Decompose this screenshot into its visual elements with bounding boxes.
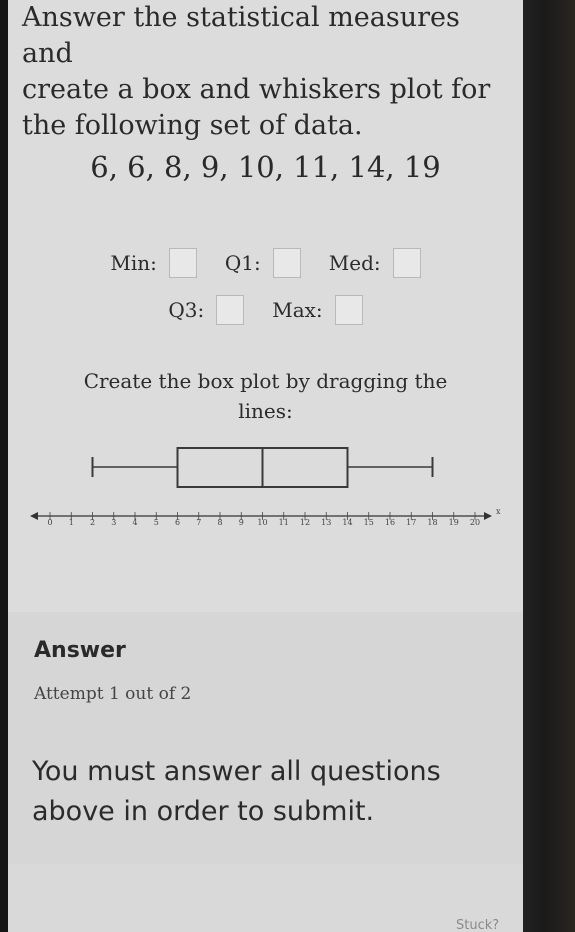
axis-variable-label: x xyxy=(496,507,501,516)
tick-label-12: 12 xyxy=(300,518,310,527)
measures-row-2: Q3: Max: xyxy=(8,295,523,325)
device-bezel-right xyxy=(523,0,575,932)
tick-label-19: 19 xyxy=(449,518,459,527)
tick-label-5: 5 xyxy=(154,518,159,527)
tick-label-10: 10 xyxy=(257,518,267,527)
q1-input[interactable] xyxy=(272,248,301,278)
answer-section: Answer Attempt 1 out of 2 You must answe… xyxy=(8,612,523,864)
number-line-right-arrow xyxy=(484,512,492,520)
tick-label-0: 0 xyxy=(47,518,52,527)
tick-label-20: 20 xyxy=(470,518,480,527)
median-label: Med: xyxy=(328,251,381,275)
measure-max: Max: xyxy=(272,295,363,325)
tick-label-3: 3 xyxy=(111,518,116,527)
measure-median: Med: xyxy=(329,248,421,278)
plot-instruction: Create the box plot by dragging the line… xyxy=(83,369,448,423)
max-label: Max: xyxy=(272,298,323,322)
screen: Answer the statistical measures and crea… xyxy=(8,0,523,932)
measure-min: Min: xyxy=(110,248,197,278)
attempt-counter: Attempt 1 out of 2 xyxy=(34,684,192,704)
min-label: Min: xyxy=(110,251,157,275)
min-input[interactable] xyxy=(168,248,197,278)
footer-band xyxy=(8,864,523,932)
tick-label-17: 17 xyxy=(406,518,416,527)
tick-label-16: 16 xyxy=(385,518,395,527)
device-bezel-left xyxy=(0,0,8,932)
box-plot[interactable]: x0 1 2 3 4 5 6 7 8 9 10 11 12 13 14 15 16 17 18 19 20 xyxy=(8,440,523,540)
measure-q1: Q1: xyxy=(225,248,301,278)
tick-label-6: 6 xyxy=(175,518,180,527)
median-input[interactable] xyxy=(392,248,421,278)
measures-row-1: Min: Q1: Med: xyxy=(8,248,523,278)
q1-label: Q1: xyxy=(224,251,261,275)
stuck-link[interactable]: Stuck? xyxy=(456,918,499,932)
tick-label-4: 4 xyxy=(132,518,137,527)
tick-label-14: 14 xyxy=(342,518,352,527)
tick-label-2: 2 xyxy=(90,518,95,527)
tick-label-18: 18 xyxy=(427,518,437,527)
measure-q3: Q3: xyxy=(168,295,245,325)
max-input[interactable] xyxy=(334,295,363,325)
tick-label-15: 15 xyxy=(364,518,374,527)
number-line-left-arrow xyxy=(30,512,38,520)
tick-label-1: 1 xyxy=(69,518,74,527)
tick-label-13: 13 xyxy=(321,518,331,527)
tick-label-11: 11 xyxy=(279,518,289,527)
q3-label: Q3: xyxy=(168,298,205,322)
tick-label-9: 9 xyxy=(239,518,244,527)
answer-heading: Answer xyxy=(34,638,126,663)
q3-input[interactable] xyxy=(216,295,245,325)
question-prompt: Answer the statistical measures and crea… xyxy=(22,2,491,141)
tick-label-8: 8 xyxy=(217,518,222,527)
submit-warning: You must answer all questions above in o… xyxy=(32,756,441,827)
data-set: 6, 6, 8, 9, 10, 11, 14, 19 xyxy=(90,150,441,184)
tick-label-7: 7 xyxy=(196,518,201,527)
